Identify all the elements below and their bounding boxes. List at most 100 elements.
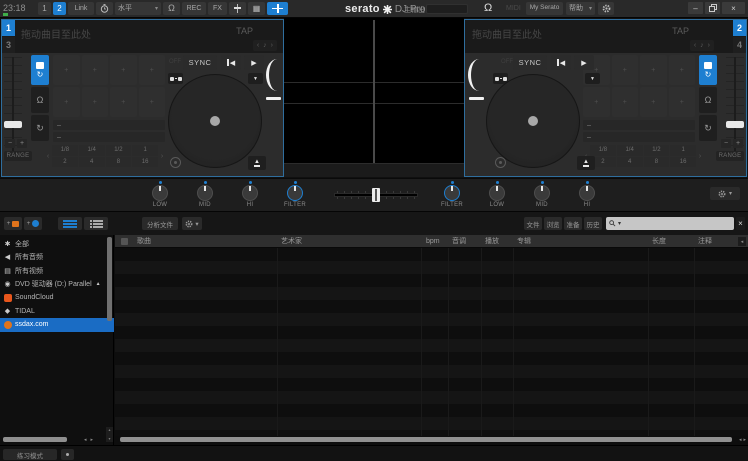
tap-tempo-button[interactable]: TAP xyxy=(236,26,253,36)
analyze-files-button[interactable]: 分析文件 xyxy=(142,217,178,230)
tracklist-scroll-arrows[interactable]: ◂▸ xyxy=(739,438,746,443)
display-mode-dropdown[interactable]: 水平 ▾ xyxy=(115,2,161,15)
link-button[interactable]: Link xyxy=(68,2,94,15)
crossfader[interactable] xyxy=(335,188,417,202)
key-down-button[interactable]: ‹ xyxy=(694,42,696,49)
loop-halve-button[interactable]: ‹ xyxy=(44,145,52,167)
performance-pad[interactable]: + xyxy=(139,55,166,85)
loop-double-button[interactable]: › xyxy=(158,145,166,167)
jog-wheel[interactable] xyxy=(168,74,262,168)
saved-loop-slot[interactable] xyxy=(53,120,165,130)
list-view-button[interactable] xyxy=(84,217,108,230)
sync-off-label[interactable]: OFF xyxy=(169,59,181,65)
history-panel-button[interactable]: 历史 xyxy=(584,217,602,230)
status-toggle-button[interactable] xyxy=(61,449,74,460)
sampler-button[interactable] xyxy=(229,2,246,15)
performance-pad[interactable]: + xyxy=(53,55,80,85)
sidebar-item-tidal[interactable]: ◆TIDAL xyxy=(0,305,114,319)
column-header-artist[interactable]: 艺术家 xyxy=(281,238,302,245)
performance-pad[interactable]: + xyxy=(53,87,80,117)
range-button[interactable]: RANGE xyxy=(4,151,32,161)
deck-number-active[interactable]: 2 xyxy=(733,20,746,36)
scroll-up-icon[interactable]: ▴ xyxy=(108,428,110,432)
knob-body[interactable] xyxy=(579,185,595,201)
knob-body[interactable] xyxy=(197,185,213,201)
mixer-settings-button[interactable]: ▾ xyxy=(710,187,740,200)
vinyl-mode-icon[interactable] xyxy=(495,157,506,168)
sidebar-item-all-video[interactable]: ▤所有视频 xyxy=(0,264,114,278)
saved-loop-slot[interactable] xyxy=(583,120,695,130)
eq-mid-knob-right[interactable]: MID xyxy=(525,181,559,208)
sidebar-item-all[interactable]: ✱全部 xyxy=(0,237,114,251)
loop-length-button[interactable]: 16 xyxy=(670,157,696,168)
hotcue-mode-button[interactable]: ↻ xyxy=(31,55,49,85)
beatjump-toggle-button[interactable]: ▼ xyxy=(248,73,263,84)
saved-loop-slot[interactable] xyxy=(53,132,165,142)
cue-previous-button[interactable]: ◀ xyxy=(551,55,571,70)
sync-button[interactable]: SYNC xyxy=(513,55,547,70)
key-down-button[interactable]: ‹ xyxy=(257,42,259,49)
eject-icon[interactable]: ▲ xyxy=(96,281,101,287)
search-box[interactable]: ▾ xyxy=(606,217,734,230)
sidebar-vertical-scrollbar[interactable] xyxy=(107,237,112,321)
sync-off-label[interactable]: OFF xyxy=(501,59,513,65)
performance-pad[interactable]: + xyxy=(110,87,137,117)
column-header-song[interactable]: 歌曲 xyxy=(137,238,151,245)
loop-length-button[interactable]: 1/8 xyxy=(590,145,616,156)
column-header-bpm[interactable]: bpm xyxy=(426,238,440,245)
range-plus-button[interactable]: + xyxy=(733,139,743,148)
loop-length-button[interactable]: 1/4 xyxy=(617,145,643,156)
minimize-button[interactable]: – xyxy=(688,2,703,14)
column-header-plays[interactable]: 播放 xyxy=(485,238,499,245)
loop-length-button[interactable]: 1 xyxy=(670,145,696,156)
loop-double-button[interactable]: › xyxy=(696,145,704,167)
loop-length-button[interactable]: 1/2 xyxy=(644,145,670,156)
library-settings-button[interactable]: ▾ xyxy=(182,217,202,230)
eject-button[interactable]: ▲ xyxy=(577,156,595,170)
sidebar-item-all-audio[interactable]: ◀所有音频 xyxy=(0,251,114,265)
column-header-album[interactable]: 专辑 xyxy=(517,238,531,245)
tracklist-horizontal-scrollbar[interactable] xyxy=(120,437,732,442)
prepare-panel-button[interactable]: 准备 xyxy=(564,217,582,230)
sidebar-scroll-buttons[interactable]: ▴▾ xyxy=(106,427,113,442)
scroll-right-icon[interactable]: ▸ xyxy=(91,438,94,443)
key-up-button[interactable]: › xyxy=(271,42,273,49)
column-header-comment[interactable]: 注释 xyxy=(698,238,712,245)
sync-button[interactable]: SYNC xyxy=(183,55,217,70)
deck-1-tab[interactable]: 1 xyxy=(38,2,51,15)
performance-pad[interactable]: + xyxy=(82,87,109,117)
loop-length-button[interactable]: 1 xyxy=(132,145,158,156)
deck-number-inactive[interactable]: 3 xyxy=(2,37,15,53)
eq-low-knob-left[interactable]: LOW xyxy=(143,181,177,208)
loop-length-button[interactable]: 1/2 xyxy=(106,145,132,156)
saved-loop-slot[interactable] xyxy=(583,132,695,142)
knob-body[interactable] xyxy=(242,185,258,201)
loop-length-button[interactable]: 1/8 xyxy=(52,145,78,156)
column-header-length[interactable]: 长度 xyxy=(652,238,666,245)
sidebar-scroll-arrows[interactable]: ◂▸ xyxy=(84,438,93,443)
range-button[interactable]: RANGE xyxy=(716,151,744,161)
pitch-fader-handle[interactable] xyxy=(4,121,22,128)
loop-length-button[interactable]: 1/4 xyxy=(79,145,105,156)
tap-tempo-button[interactable]: TAP xyxy=(672,26,689,36)
monitor-cue-button[interactable]: Ω xyxy=(31,87,49,113)
column-header-key[interactable]: 音调 xyxy=(452,238,466,245)
add-crate-button[interactable]: + xyxy=(4,217,22,230)
performance-pad[interactable]: + xyxy=(669,55,696,85)
cue-headphones-button[interactable]: Ω xyxy=(163,2,180,15)
hotcue-mode-button[interactable]: ↻ xyxy=(699,55,717,85)
album-art-column-icon[interactable] xyxy=(121,238,128,245)
close-button[interactable]: × xyxy=(722,2,745,14)
loop-length-button[interactable]: 8 xyxy=(106,157,132,168)
eq-mid-knob-left[interactable]: MID xyxy=(188,181,222,208)
range-minus-button[interactable]: − xyxy=(721,139,731,148)
performance-pad[interactable]: + xyxy=(612,87,639,117)
help-dropdown[interactable]: 帮助 ▾ xyxy=(566,2,595,15)
cue-previous-button[interactable]: ◀ xyxy=(221,55,241,70)
play-button[interactable]: ▶ xyxy=(574,55,594,70)
knob-body[interactable] xyxy=(534,185,550,201)
performance-pad[interactable]: + xyxy=(612,55,639,85)
performance-pad[interactable]: + xyxy=(640,87,667,117)
vinyl-mode-icon[interactable] xyxy=(170,157,181,168)
browse-panel-button[interactable]: 浏览 xyxy=(544,217,562,230)
